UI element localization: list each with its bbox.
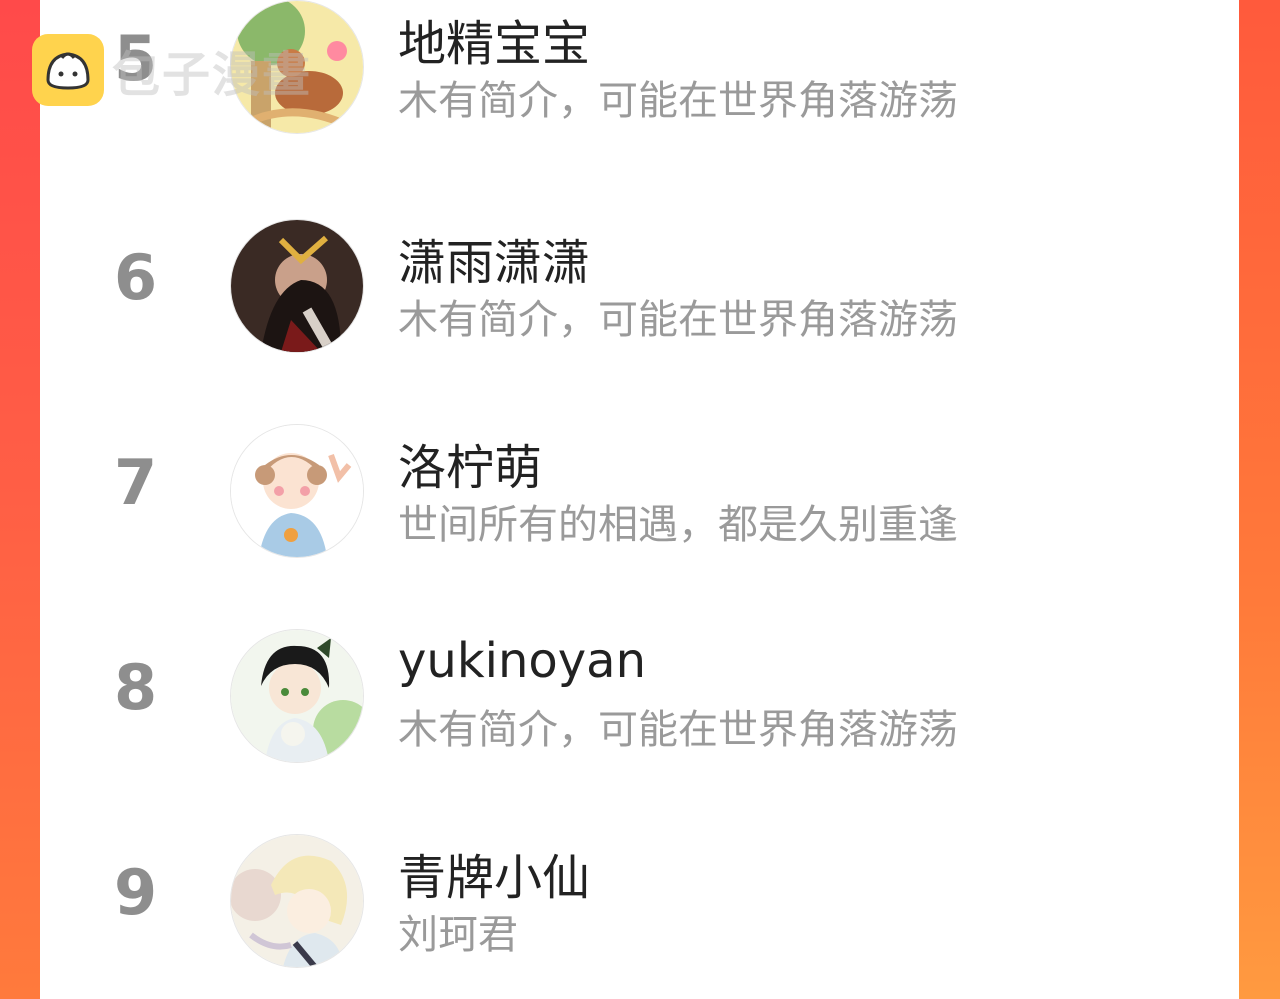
bun-logo-icon	[32, 34, 104, 106]
right-gradient-border	[1238, 0, 1280, 999]
user-bio: 世间所有的相遇，都是久别重逢	[398, 502, 958, 548]
list-item[interactable]: 6 潇雨潇潇 木有简介，可能在世界角落游荡	[40, 205, 1239, 365]
rank-number: 7	[114, 446, 158, 519]
username[interactable]: 地精宝宝	[398, 4, 590, 74]
avatar[interactable]	[230, 219, 364, 353]
user-bio: 刘珂君	[398, 912, 518, 958]
username[interactable]: 洛柠萌	[398, 428, 542, 498]
watermark-text: 包子漫畫	[112, 47, 313, 103]
username[interactable]: yukinoyan	[398, 633, 646, 689]
list-item[interactable]: 8 yukinoyan 木有简介，可能在世界角落游荡	[40, 615, 1239, 775]
avatar[interactable]	[230, 834, 364, 968]
username[interactable]: 青牌小仙	[398, 838, 590, 908]
rank-number: 6	[114, 241, 158, 314]
ranking-panel: 5 地精宝宝 木有简介，可能在世界角落游荡 6 潇雨潇潇 木有简介，可能在世界角…	[40, 0, 1239, 999]
site-watermark: 包子漫畫	[32, 34, 312, 106]
user-bio: 木有简介，可能在世界角落游荡	[398, 707, 958, 753]
avatar[interactable]	[230, 629, 364, 763]
username[interactable]: 潇雨潇潇	[398, 223, 590, 293]
list-item[interactable]: 9 青牌小仙 刘珂君	[40, 820, 1239, 980]
user-bio: 木有简介，可能在世界角落游荡	[398, 78, 958, 124]
avatar[interactable]	[230, 424, 364, 558]
user-bio: 木有简介，可能在世界角落游荡	[398, 297, 958, 343]
rank-number: 9	[114, 856, 158, 929]
list-item[interactable]: 7 洛柠萌 世间所有的相遇，都是久别重逢	[40, 410, 1239, 570]
rank-number: 8	[114, 651, 158, 724]
